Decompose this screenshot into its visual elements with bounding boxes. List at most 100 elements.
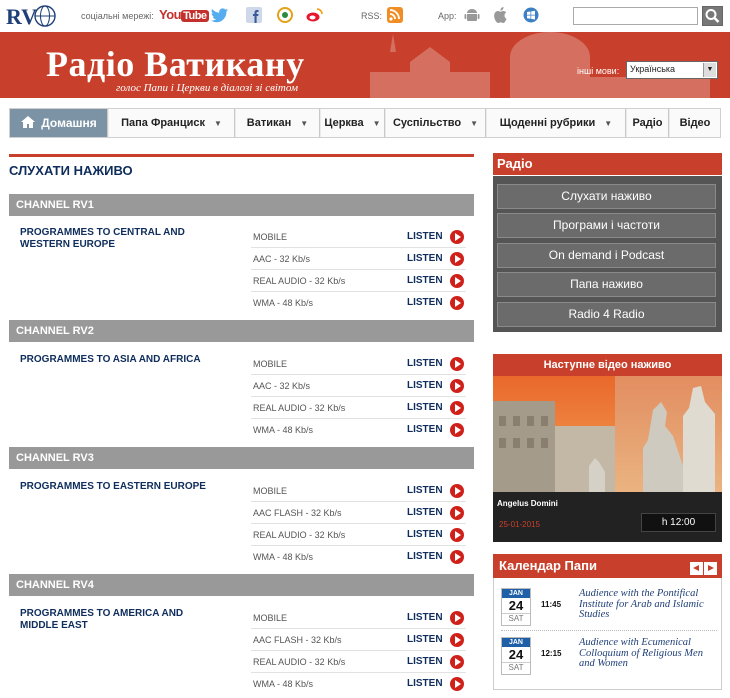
stream-row[interactable]: MOBILE LISTEN [251, 607, 466, 629]
play-icon[interactable] [450, 379, 464, 393]
listen-link[interactable]: LISTEN [407, 634, 443, 645]
site-subtitle: голос Папи і Церкви в діалозі зі світом [116, 82, 298, 94]
language-select[interactable]: Українська ▼ [626, 61, 718, 79]
stream-row[interactable]: AAC - 32 Kb/s LISTEN [251, 375, 466, 397]
play-icon[interactable] [450, 423, 464, 437]
video-info: Angelus Domini 25-01-2015 h 12:00 [493, 492, 722, 542]
radio-link-podcast[interactable]: On demand i Podcast [497, 243, 716, 268]
stream-row[interactable]: AAC - 32 Kb/s LISTEN [251, 248, 466, 270]
page-title: СЛУХАТИ НАЖИВО [9, 154, 474, 178]
play-icon[interactable] [450, 484, 464, 498]
listen-link[interactable]: LISTEN [407, 678, 443, 689]
calendar-time: 11:45 [541, 600, 562, 609]
rss-icon[interactable] [386, 7, 404, 23]
play-icon[interactable] [450, 506, 464, 520]
arrow-left-icon[interactable] [690, 562, 703, 575]
play-icon[interactable] [450, 274, 464, 288]
calendar-event-link[interactable]: Audience with Ecumenical Colloquium of R… [579, 637, 717, 670]
stream-row[interactable]: MOBILE LISTEN [251, 480, 466, 502]
stream-row[interactable]: REAL AUDIO - 32 Kb/s LISTEN [251, 270, 466, 292]
programme-title: PROGRAMMES TO EASTERN EUROPE [20, 481, 206, 492]
stream-row[interactable]: WMA - 48 Kb/s LISTEN [251, 292, 466, 314]
stream-format: REAL AUDIO - 32 Kb/s [253, 657, 346, 667]
play-icon[interactable] [450, 633, 464, 647]
listen-link[interactable]: LISTEN [407, 612, 443, 623]
video-thumbnail[interactable] [493, 376, 722, 492]
listen-link[interactable]: LISTEN [407, 529, 443, 540]
top-bar: RV соціальні мережі: You Tube RSS: App: [0, 0, 730, 32]
android-icon[interactable] [463, 7, 481, 23]
nav-item-society[interactable]: Суспільство ▼ [386, 109, 486, 137]
play-icon[interactable] [450, 230, 464, 244]
play-icon[interactable] [450, 528, 464, 542]
nav-item-daily[interactable]: Щоденні рубрики ▼ [487, 109, 626, 137]
google-plus-icon[interactable] [276, 7, 294, 23]
play-icon[interactable] [450, 252, 464, 266]
play-icon[interactable] [450, 677, 464, 691]
facebook-icon[interactable] [245, 7, 263, 23]
nav-item-label: Щоденні рубрики [499, 117, 596, 129]
listen-link[interactable]: LISTEN [407, 507, 443, 518]
listen-link[interactable]: LISTEN [407, 656, 443, 667]
play-icon[interactable] [450, 550, 464, 564]
play-icon[interactable] [450, 401, 464, 415]
nav-item-radio[interactable]: Радіо [627, 109, 669, 137]
language-selected: Українська [630, 64, 676, 74]
listen-link[interactable]: LISTEN [407, 402, 443, 413]
stream-row[interactable]: AAC FLASH - 32 Kb/s LISTEN [251, 502, 466, 524]
play-icon[interactable] [450, 611, 464, 625]
stream-format: WMA - 48 Kb/s [253, 298, 314, 308]
rss-label: RSS: [361, 11, 383, 21]
listen-link[interactable]: LISTEN [407, 551, 443, 562]
windows-icon[interactable] [522, 7, 540, 23]
channel-header: CHANNEL RV4 [9, 574, 474, 596]
nav-item-home[interactable]: Домашня [10, 109, 108, 137]
stream-row[interactable]: REAL AUDIO - 32 Kb/s LISTEN [251, 397, 466, 419]
stream-row[interactable]: REAL AUDIO - 32 Kb/s LISTEN [251, 524, 466, 546]
listen-link[interactable]: LISTEN [407, 253, 443, 264]
nav-item-pope-francis[interactable]: Папа Франциск ▼ [109, 109, 235, 137]
listen-link[interactable]: LISTEN [407, 485, 443, 496]
calendar-entry[interactable]: JAN 24 SAT 11:45 Audience with the Ponti… [501, 584, 717, 628]
stream-format: AAC - 32 Kb/s [253, 254, 311, 264]
radio-link-listen-live[interactable]: Слухати наживо [497, 184, 716, 209]
listen-link[interactable]: LISTEN [407, 424, 443, 435]
twitter-icon[interactable] [211, 7, 229, 23]
stream-row[interactable]: WMA - 48 Kb/s LISTEN [251, 419, 466, 441]
radio-link-radio4radio[interactable]: Radio 4 Radio [497, 302, 716, 327]
listen-link[interactable]: LISTEN [407, 297, 443, 308]
site-title[interactable]: Радіо Ватикану [46, 43, 305, 85]
programme-title: PROGRAMMES TO AMERICA AND MIDDLE EAST [20, 608, 184, 631]
calendar-month: JAN [502, 589, 530, 598]
play-icon[interactable] [450, 296, 464, 310]
nav-item-video[interactable]: Відео [670, 109, 720, 137]
play-icon[interactable] [450, 357, 464, 371]
nav-item-church[interactable]: Церква ▼ [321, 109, 385, 137]
stream-row[interactable]: WMA - 48 Kb/s LISTEN [251, 546, 466, 568]
listen-link[interactable]: LISTEN [407, 358, 443, 369]
calendar-entry[interactable]: JAN 24 SAT 12:15 Audience with Ecumenica… [501, 633, 717, 677]
listen-link[interactable]: LISTEN [407, 231, 443, 242]
nav-item-vatican[interactable]: Ватикан ▼ [236, 109, 320, 137]
weibo-icon[interactable] [305, 7, 323, 23]
video-time: h 12:00 [641, 513, 716, 532]
calendar-event-link[interactable]: Audience with the Pontifical Institute f… [579, 588, 717, 621]
play-icon[interactable] [450, 655, 464, 669]
apple-icon[interactable] [492, 7, 510, 23]
youtube-icon[interactable]: You Tube [159, 7, 209, 23]
stream-row[interactable]: WMA - 48 Kb/s LISTEN [251, 673, 466, 695]
stream-row[interactable]: AAC FLASH - 32 Kb/s LISTEN [251, 629, 466, 651]
arrow-right-icon[interactable] [704, 562, 717, 575]
listen-link[interactable]: LISTEN [407, 380, 443, 391]
stream-row[interactable]: REAL AUDIO - 32 Kb/s LISTEN [251, 651, 466, 673]
stream-row[interactable]: MOBILE LISTEN [251, 226, 466, 248]
search-input[interactable] [573, 7, 698, 25]
listen-link[interactable]: LISTEN [407, 275, 443, 286]
search-button[interactable] [702, 6, 723, 26]
stream-row[interactable]: MOBILE LISTEN [251, 353, 466, 375]
rv-logo[interactable]: RV [4, 3, 56, 29]
caret-down-icon: ▼ [213, 119, 222, 128]
radio-link-programs[interactable]: Програми і частоти [497, 213, 716, 238]
radio-link-pope-live[interactable]: Папа наживо [497, 272, 716, 297]
nav-item-label: Суспільство [392, 117, 462, 129]
